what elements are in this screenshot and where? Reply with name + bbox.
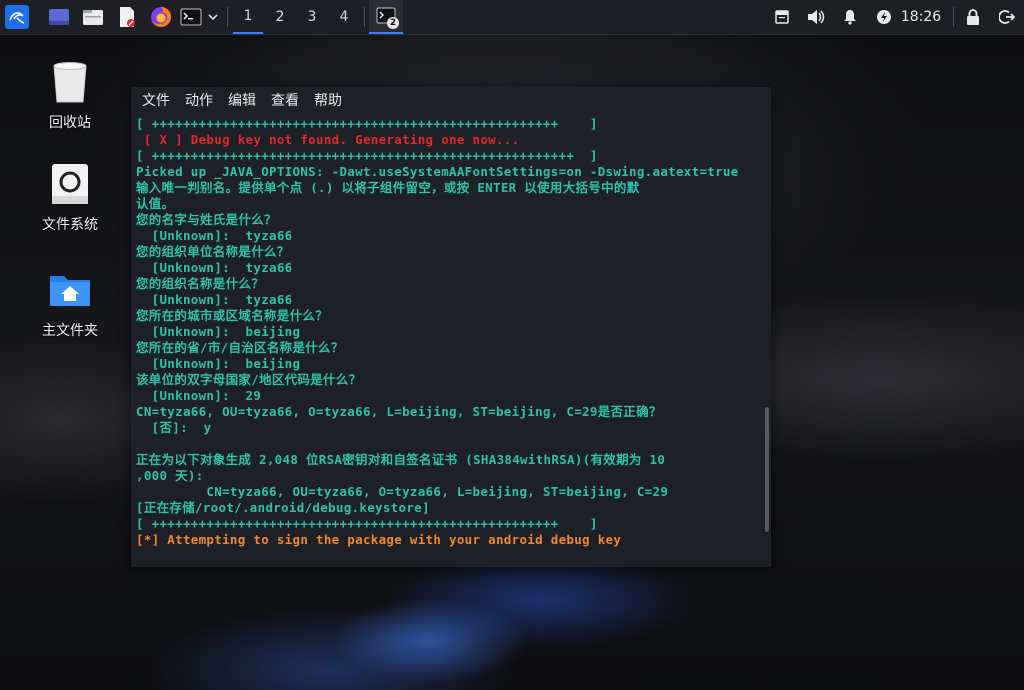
terminal-line: [ ++++++++++++++++++++++++++++++++++++++…	[136, 516, 598, 531]
menu-help[interactable]: 帮助	[314, 90, 342, 110]
file-manager-button[interactable]	[80, 0, 106, 34]
desktop-icon-home[interactable]: 主文件夹	[30, 266, 110, 340]
desktop-icon-filesystem[interactable]: 文件系统	[30, 160, 110, 234]
terminal-window-tab[interactable]: 2	[369, 0, 403, 34]
menu-view[interactable]: 查看	[271, 90, 299, 110]
workspace-1[interactable]: 1	[233, 0, 263, 34]
firefox-icon	[151, 6, 172, 27]
terminal-line: 您所在的省/市/自治区名称是什么？	[136, 340, 344, 355]
terminal-line: [Unknown]: beijing	[136, 356, 301, 371]
terminal-line: 您的名字与姓氏是什么？	[136, 212, 277, 227]
terminal-output[interactable]: [ ++++++++++++++++++++++++++++++++++++++…	[136, 116, 756, 556]
terminal-line: [*] Attempting to sign the package with …	[136, 532, 622, 547]
power-manager-button[interactable]	[872, 0, 896, 34]
terminal-window[interactable]: 文件 动作 编辑 查看 帮助 [ +++++++++++++++++++++++…	[131, 87, 771, 567]
notes-icon	[775, 10, 789, 24]
chevron-down-icon	[208, 14, 218, 21]
terminal-line: 正在为以下对象生成 2,048 位RSA密钥对和自签名证书 (SHA384wit…	[136, 452, 666, 467]
workspace-3[interactable]: 3	[297, 0, 327, 34]
clock[interactable]: 18:26	[898, 0, 944, 34]
show-desktop-button[interactable]	[46, 0, 72, 34]
file-manager-icon	[83, 10, 103, 25]
terminal-line: CN=tyza66, OU=tyza66, O=tyza66, L=beijin…	[136, 484, 669, 499]
firefox-button[interactable]	[148, 0, 174, 34]
terminal-line: [Unknown]: tyza66	[136, 292, 293, 307]
terminal-line: [Unknown]: 29	[136, 388, 262, 403]
terminal-line: 输入唯一判别名。提供单个点 (.) 以将子组件留空，或按 ENTER 以使用大括…	[136, 180, 640, 195]
terminal-line: [ X ] Debug key not found. Generating on…	[136, 132, 520, 147]
workspace-2[interactable]: 2	[265, 0, 295, 34]
terminal-line: ,000 天):	[136, 468, 204, 483]
terminal-line: [Unknown]: tyza66	[136, 260, 293, 275]
lock-icon	[967, 9, 979, 25]
terminal-launcher-button[interactable]	[179, 0, 203, 34]
terminal-line: 您的组织名称是什么？	[136, 276, 265, 291]
terminal-line: [否]: y	[136, 420, 212, 435]
terminal-line: [Unknown]: beijing	[136, 324, 301, 339]
desktop-icon-label: 主文件夹	[42, 323, 98, 339]
text-editor-icon	[120, 7, 135, 27]
terminal-scrollbar[interactable]	[765, 407, 769, 532]
terminal-menubar: 文件 动作 编辑 查看 帮助	[131, 87, 782, 113]
volume-button[interactable]	[804, 0, 828, 34]
workspace-4[interactable]: 4	[329, 0, 359, 34]
text-editor-button[interactable]	[114, 0, 140, 34]
bell-icon	[844, 10, 856, 25]
terminal-line: 您所在的城市或区域名称是什么？	[136, 308, 329, 323]
notes-tray-button[interactable]	[770, 0, 794, 34]
terminal-line: 您的组织单位名称是什么？	[136, 244, 290, 259]
terminal-line: [正在存储/root/.android/debug.keystore]	[136, 500, 430, 515]
logout-button[interactable]	[995, 0, 1019, 34]
taskbar-separator	[953, 7, 954, 27]
logout-icon	[999, 10, 1015, 24]
trash-icon	[46, 58, 94, 106]
terminal-line: 认值。	[136, 196, 175, 211]
taskbar-separator	[227, 7, 228, 27]
volume-icon	[808, 10, 825, 24]
launcher-dropdown[interactable]	[204, 0, 222, 34]
desktop-icon-label: 文件系统	[42, 217, 98, 233]
terminal-line: [Unknown]: tyza66	[136, 228, 293, 243]
taskbar-separator	[364, 7, 365, 27]
desktop-icon-label: 回收站	[49, 115, 91, 131]
notifications-button[interactable]	[838, 0, 862, 34]
kali-menu-icon	[5, 5, 29, 29]
terminal-line: CN=tyza66, OU=tyza66, O=tyza66, L=beijin…	[136, 404, 662, 419]
taskbar: 1 2 3 4 2 18:26	[0, 0, 1024, 35]
menu-edit[interactable]: 编辑	[228, 90, 256, 110]
terminal-line: [ ++++++++++++++++++++++++++++++++++++++…	[136, 148, 598, 163]
terminal-line: 该单位的双字母国家/地区代码是什么？	[136, 372, 362, 387]
drive-icon	[46, 160, 94, 208]
terminal-icon	[180, 8, 202, 26]
kali-menu-button[interactable]	[2, 0, 32, 34]
desktop-icon-trash[interactable]: 回收站	[30, 58, 110, 132]
terminal-line: Picked up _JAVA_OPTIONS: -Dawt.useSystem…	[136, 164, 739, 179]
desktop-icon	[49, 9, 69, 25]
window-count-badge: 2	[387, 17, 399, 29]
home-folder-icon	[46, 266, 94, 314]
menu-actions[interactable]: 动作	[185, 90, 213, 110]
power-manager-icon	[877, 10, 891, 24]
terminal-line: [ ++++++++++++++++++++++++++++++++++++++…	[136, 116, 598, 131]
menu-file[interactable]: 文件	[142, 90, 170, 110]
lock-screen-button[interactable]	[961, 0, 985, 34]
